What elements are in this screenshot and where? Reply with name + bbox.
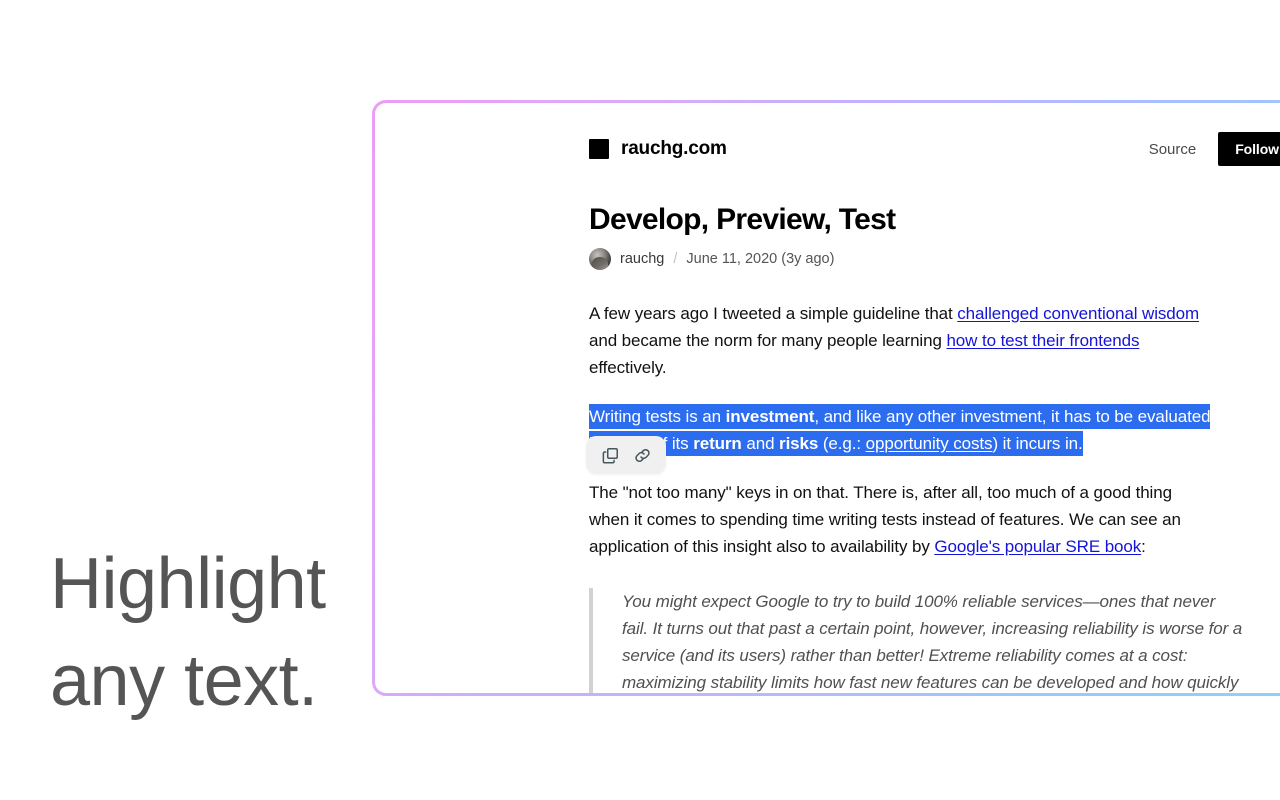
copy-selection-button[interactable] (598, 443, 622, 467)
site-header: rauchg.com Source Follow Me (589, 131, 1280, 167)
text-selection-highlight[interactable]: Writing tests is an investment, and like… (589, 403, 1211, 456)
paragraph-1-text-c: effectively. (589, 357, 667, 377)
screen: Highlight any text. rauchg.com Source Fo… (0, 0, 1280, 800)
site-brand-name: rauchg.com (621, 138, 727, 159)
copy-link-button[interactable] (630, 443, 654, 467)
link-challenged-conventional-wisdom[interactable]: challenged conventional wisdom (957, 304, 1199, 323)
site-brand[interactable]: rauchg.com (589, 138, 727, 160)
post-date: June 11, 2020 (3y ago) (686, 250, 835, 267)
link-how-to-test-their-frontends[interactable]: how to test their frontends (946, 331, 1139, 350)
selection-text-c: and (741, 433, 780, 453)
selection-toolbar[interactable] (586, 436, 666, 474)
blog-card: rauchg.com Source Follow Me Develop, Pre… (375, 103, 1280, 693)
meta-separator: / (673, 250, 678, 267)
post-title: Develop, Preview, Test (589, 203, 896, 236)
post-paragraph-2-selected[interactable]: Writing tests is an investment, and like… (589, 403, 1214, 457)
site-header-actions: Source Follow Me (1149, 132, 1280, 166)
selection-text-d: (e.g.: (818, 433, 866, 453)
avatar (589, 247, 611, 270)
gradient-border-card: rauchg.com Source Follow Me Develop, Pre… (372, 100, 1280, 696)
copy-icon (601, 446, 620, 465)
post-author: rauchg (620, 250, 665, 267)
promo-headline-line-2: any text. (50, 641, 318, 722)
promo-headline: Highlight any text. (50, 536, 350, 730)
post-blockquote: You might expect Google to try to build … (589, 587, 1244, 693)
selection-bold-return: return (693, 433, 742, 453)
post-blockquote-text: You might expect Google to try to build … (622, 591, 1243, 692)
selection-text-a: Writing tests is an (589, 406, 726, 426)
post-meta: rauchg / June 11, 2020 (3y ago) (589, 247, 1280, 270)
paragraph-3-text-b: : (1141, 536, 1146, 556)
link-opportunity-costs[interactable]: opportunity costs (866, 434, 993, 453)
source-link[interactable]: Source (1149, 141, 1197, 158)
blog-card-content: rauchg.com Source Follow Me Develop, Pre… (375, 103, 1280, 693)
paragraph-1-text-a: A few years ago I tweeted a simple guide… (589, 303, 958, 323)
selection-bold-risks: risks (779, 433, 819, 453)
link-icon (633, 446, 652, 465)
post-paragraph-3: The "not too many" keys in on that. Ther… (589, 479, 1214, 560)
promo-headline-line-1: Highlight (50, 544, 326, 624)
follow-me-button[interactable]: Follow Me (1218, 132, 1280, 166)
post-paragraph-1: A few years ago I tweeted a simple guide… (589, 300, 1214, 381)
paragraph-1-text-b: and became the norm for many people lear… (589, 330, 947, 350)
selection-text-e: ) it incurs in. (992, 433, 1083, 453)
selection-bold-investment: investment (725, 406, 815, 426)
link-google-sre-book[interactable]: Google's popular SRE book (934, 537, 1141, 556)
black-square-logo-icon (589, 139, 609, 159)
